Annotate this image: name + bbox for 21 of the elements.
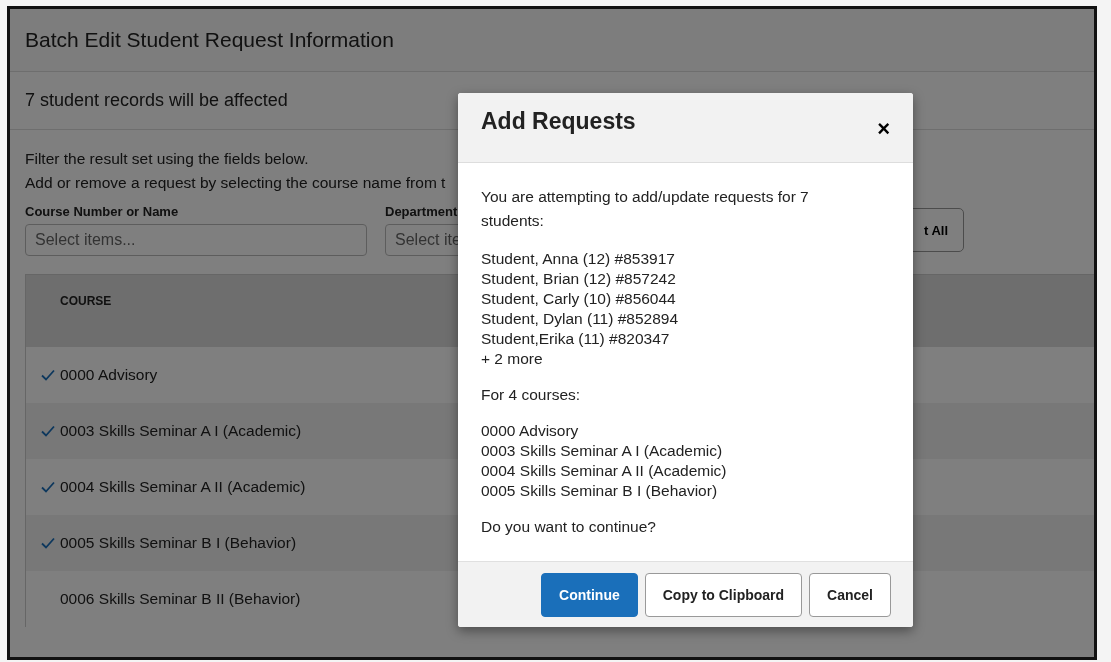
courses-intro: For 4 courses: (481, 385, 582, 405)
filter-label: Course Number or Name (25, 204, 180, 219)
student-entry: Student, Dylan (11) #852894 (481, 309, 680, 329)
instruction-text: Add or remove a request by selecting the course name from t (25, 174, 447, 192)
student-entry: + 2 more (481, 349, 544, 369)
instruction-text: Filter the result set using the fields below. (25, 150, 310, 168)
page-title: Batch Edit Student Request Information (25, 28, 394, 52)
course-entry: 0005 Skills Seminar B I (Behavior) (481, 481, 719, 501)
column-header: COURSE (60, 294, 112, 308)
course-entry: 0003 Skills Seminar A I (Academic) (481, 441, 724, 461)
student-entry: Student,Erika (11) #820347 (481, 329, 671, 349)
course-entry: 0004 Skills Seminar A II (Academic) (481, 461, 728, 481)
course-entry: 0000 Advisory (481, 421, 580, 441)
confirm-question: Do you want to continue? (481, 517, 657, 537)
student-entry: Student, Carly (10) #856044 (481, 289, 677, 309)
student-entry: Student, Brian (12) #857242 (481, 269, 677, 289)
records-summary: 7 student records will be affected (25, 90, 288, 111)
filter-label: Department (385, 204, 459, 219)
student-entry: Student, Anna (12) #853917 (481, 249, 676, 269)
dialog-message: You are attempting to add/update requests for 7 students: (481, 187, 810, 231)
dialog-title: Add Requests (481, 108, 636, 135)
